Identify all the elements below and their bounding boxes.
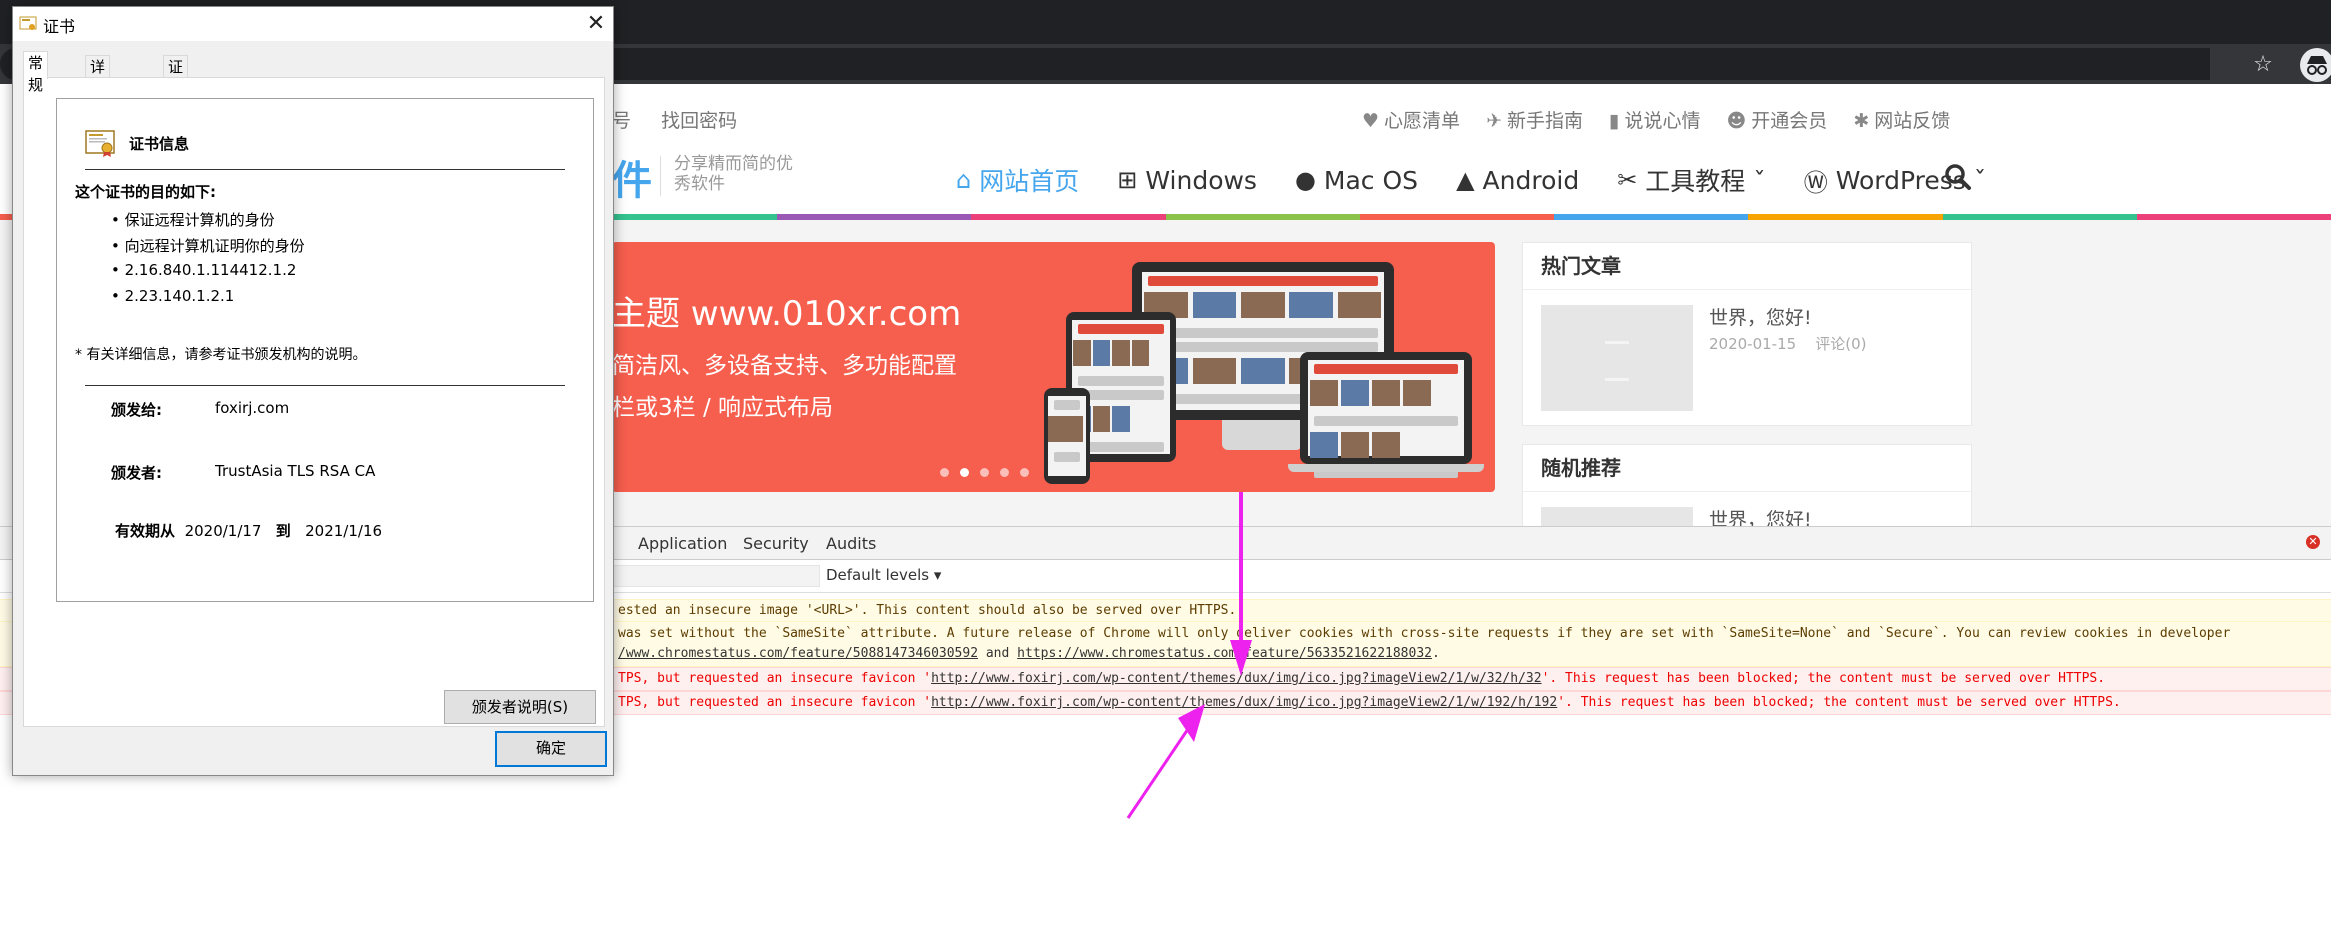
tab-general[interactable]: 常规 (23, 51, 49, 94)
arrow-annotation-up (1126, 704, 1205, 819)
arrow-annotation-down (1230, 492, 1252, 676)
annotation-arrows (1126, 492, 1252, 819)
